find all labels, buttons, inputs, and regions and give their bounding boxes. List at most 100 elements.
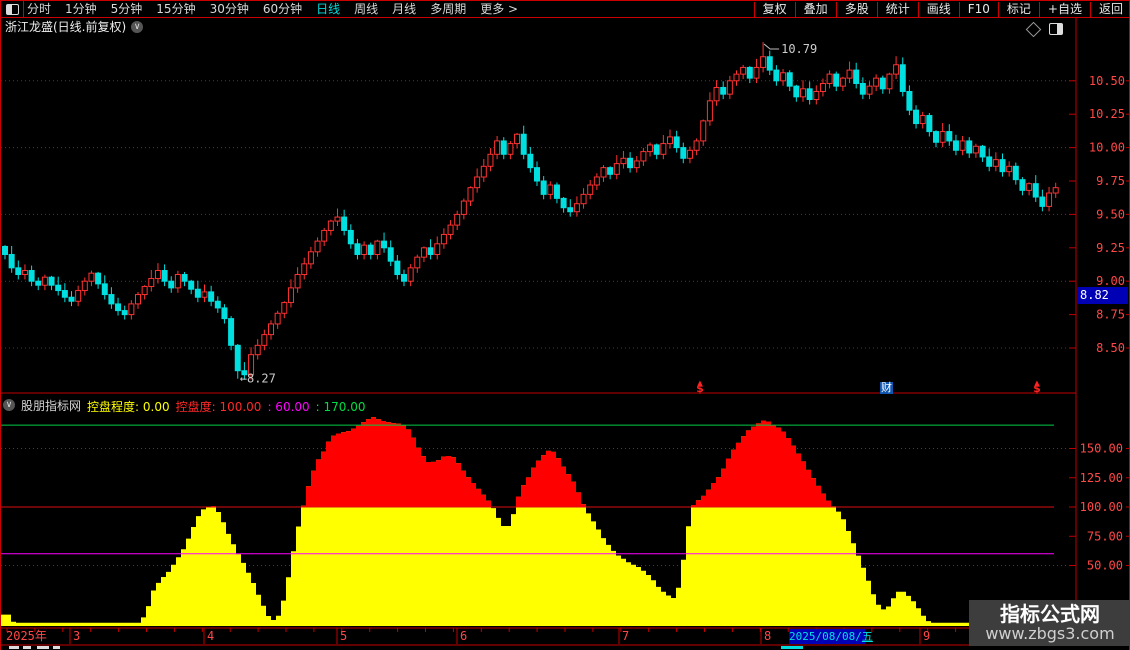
candle [547, 184, 554, 195]
month-label: 3 [73, 629, 80, 643]
selected-date: 2025/08/08/ [789, 630, 862, 643]
candle [567, 207, 574, 213]
selected-weekday: 五 [861, 630, 873, 643]
candle [381, 240, 388, 249]
candle [48, 276, 55, 286]
candle [673, 136, 680, 149]
watermark-site-name: 指标公式网 [1000, 602, 1100, 626]
candle [1012, 165, 1019, 181]
event-marker-finance[interactable]: 财 [880, 382, 893, 394]
candle [793, 85, 800, 98]
indicator-chevron-icon[interactable]: ∨ [3, 399, 15, 411]
selected-date-box[interactable]: 2025/08/08/五 [789, 629, 873, 644]
candle [806, 88, 813, 101]
candle [826, 73, 833, 84]
clipped-text-fragment [23, 646, 31, 649]
price-axis-label: 10.25 [1089, 107, 1125, 121]
candle [839, 77, 846, 87]
month-label: 7 [622, 629, 629, 643]
candle [434, 243, 441, 255]
high-annotation: 10.79 [781, 42, 817, 56]
clipped-text-fragment [9, 646, 19, 649]
candle [879, 77, 886, 90]
event-marker-money[interactable]: ▲ $ [694, 380, 706, 395]
indicator-param: 控盘程度: 0.00 [87, 399, 170, 414]
candle [55, 284, 62, 292]
candle [95, 272, 102, 285]
candle [141, 286, 148, 296]
candle [161, 270, 168, 282]
candle [653, 144, 660, 155]
candle [135, 294, 141, 305]
candle [766, 56, 773, 71]
price-axis-label: 10.00 [1089, 141, 1125, 155]
candle [88, 272, 95, 282]
candle [394, 260, 401, 276]
price-axis-label: 9.25 [1096, 241, 1125, 255]
candle [1019, 179, 1026, 191]
candle [966, 140, 973, 154]
candle [361, 244, 368, 255]
candle [893, 64, 900, 75]
candle [979, 145, 986, 158]
watermark: 指标公式网 www.zbgs3.com [969, 600, 1129, 646]
candle [474, 176, 481, 189]
candle [341, 216, 348, 231]
candle [514, 133, 521, 145]
candle [500, 140, 507, 155]
candle [573, 203, 580, 213]
candle [700, 120, 707, 142]
candle [986, 156, 993, 167]
candle [520, 133, 527, 155]
candle [487, 153, 494, 167]
indicator-axis-label: 50.00 [1087, 559, 1123, 573]
price-axis-label: 8.50 [1096, 341, 1125, 355]
candle [128, 303, 135, 316]
candle [274, 312, 281, 325]
candle [753, 66, 760, 79]
app-window: 分时 1分钟 5分钟 15分钟 30分钟 60分钟 日线 周线 月线 多周期 更多 > 复权 叠加 多股… [0, 0, 1130, 650]
indicator-axis-label: 75.00 [1087, 529, 1123, 543]
candle [188, 280, 195, 290]
candle [726, 80, 733, 95]
price-axis-label: 10.50 [1089, 74, 1125, 88]
candle [374, 240, 381, 255]
candle [992, 159, 999, 167]
candle [760, 56, 767, 68]
candle [633, 160, 640, 169]
candle [607, 167, 614, 175]
candle [1026, 183, 1033, 191]
price-axis-label: 9.75 [1096, 174, 1125, 188]
candle [873, 77, 880, 87]
candle [301, 263, 308, 276]
indicator-axis-label: 125.00 [1080, 471, 1123, 485]
candle [447, 224, 454, 235]
candle [640, 151, 647, 162]
candle [507, 143, 514, 155]
candle [148, 278, 155, 288]
candle [886, 73, 893, 90]
candle [407, 267, 414, 282]
candle [740, 66, 747, 75]
clipped-bottom-row [1, 646, 1129, 650]
chart-canvas[interactable]: 10.5010.2510.009.759.509.259.008.758.501… [1, 0, 1130, 650]
candle [952, 140, 959, 151]
candle [553, 184, 560, 199]
candle [454, 213, 461, 226]
candle [427, 247, 434, 255]
candle [440, 233, 447, 245]
candle [281, 302, 288, 314]
candle [733, 73, 740, 82]
candle [214, 300, 221, 309]
candle [2, 245, 8, 255]
candle [61, 290, 68, 298]
candle [168, 280, 175, 289]
candle [1046, 192, 1053, 207]
event-marker-money[interactable]: ▲ $ [1031, 380, 1043, 395]
candle [999, 159, 1006, 173]
candle [321, 229, 328, 242]
candle [68, 296, 75, 302]
indicator-param: : 170.00 [315, 399, 366, 414]
candle [706, 100, 713, 122]
candle [693, 140, 700, 151]
